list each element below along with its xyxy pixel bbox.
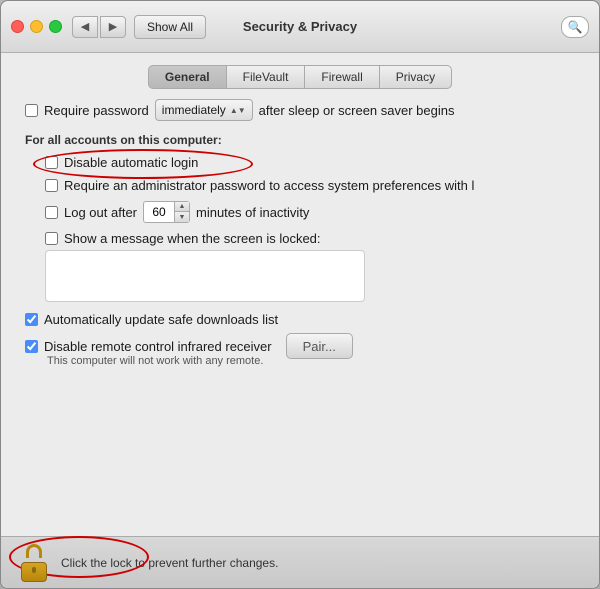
disable-autologin-label: Disable automatic login [64,155,198,170]
window-title: Security & Privacy [243,19,357,34]
auto-update-checkbox[interactable] [25,313,38,326]
disable-remote-label: Disable remote control infrared receiver [44,339,272,354]
logout-row: Log out after 60 ▲ ▼ minutes of inactivi… [45,201,575,223]
tab-filevault[interactable]: FileVault [226,65,305,89]
traffic-lights [11,20,62,33]
require-password-checkbox[interactable] [25,104,38,117]
require-admin-row: Require an administrator password to acc… [45,178,575,193]
spinbox-arrows: ▲ ▼ [174,202,189,222]
tab-privacy[interactable]: Privacy [379,65,452,89]
require-password-label: Require password [44,103,149,118]
lock-shackle [26,544,42,558]
logout-suffix: minutes of inactivity [196,205,309,220]
zoom-button[interactable] [49,20,62,33]
forward-button[interactable]: ▶ [100,16,126,38]
disable-autologin-row: Disable automatic login [45,155,575,170]
logout-checkbox[interactable] [45,206,58,219]
main-window: ◀ ▶ Show All Security & Privacy 🔍 Genera… [0,0,600,589]
require-admin-label: Require an administrator password to acc… [64,178,474,193]
show-message-row: Show a message when the screen is locked… [45,231,575,246]
minimize-button[interactable] [30,20,43,33]
tab-firewall[interactable]: Firewall [304,65,378,89]
tabs-row: General FileVault Firewall Privacy [1,53,599,99]
show-message-label: Show a message when the screen is locked… [64,231,321,246]
section-accounts-label: For all accounts on this computer: [25,133,575,147]
lock-text: Click the lock to prevent further change… [61,556,278,570]
auto-update-label: Automatically update safe downloads list [44,312,278,327]
lock-body [21,562,47,582]
back-button[interactable]: ◀ [72,16,98,38]
require-admin-checkbox[interactable] [45,179,58,192]
content-area: Require password immediately ▲▼ after sl… [1,99,599,536]
close-button[interactable] [11,20,24,33]
message-textbox[interactable] [45,250,365,302]
pair-button[interactable]: Pair... [286,333,353,359]
require-password-suffix: after sleep or screen saver begins [259,103,455,118]
lock-icon[interactable] [17,544,51,582]
spinbox-up-icon[interactable]: ▲ [175,202,189,212]
spinbox-down-icon[interactable]: ▼ [175,212,189,222]
show-message-checkbox[interactable] [45,232,58,245]
logout-spinbox[interactable]: 60 ▲ ▼ [143,201,190,223]
logout-label: Log out after [64,205,137,220]
require-password-row: Require password immediately ▲▼ after sl… [25,99,575,121]
tab-general[interactable]: General [148,65,226,89]
lock-keyhole [32,567,36,573]
search-box[interactable]: 🔍 [561,16,589,38]
show-all-button[interactable]: Show All [134,15,206,39]
nav-buttons: ◀ ▶ [72,16,126,38]
titlebar: ◀ ▶ Show All Security & Privacy 🔍 [1,1,599,53]
disable-autologin-checkbox[interactable] [45,156,58,169]
password-timing-dropdown[interactable]: immediately ▲▼ [155,99,253,121]
bottom-bar: Click the lock to prevent further change… [1,536,599,588]
logout-minutes-input[interactable]: 60 [144,205,174,219]
dropdown-arrow-icon: ▲▼ [230,106,246,115]
lock-area [17,544,51,582]
disable-remote-checkbox[interactable] [25,340,38,353]
auto-update-row: Automatically update safe downloads list [25,312,575,327]
